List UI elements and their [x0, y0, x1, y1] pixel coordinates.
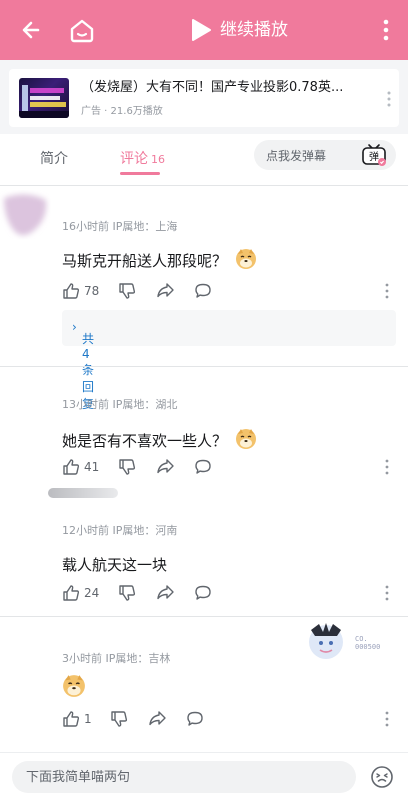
like-button[interactable]: 24 [62, 584, 99, 604]
comment-text-content: 马斯克开船送人那段呢？ [62, 252, 228, 270]
share-icon [149, 711, 166, 726]
doge-emoji-icon [63, 675, 85, 697]
comment-time: 12小时前 IP属地：河南 [62, 524, 178, 537]
emoji-button-icon[interactable] [370, 765, 394, 789]
svg-text:弹: 弹 [369, 150, 379, 163]
top-bar: 继续播放 [0, 0, 408, 60]
ad-card[interactable]: （发烧屋）大有不同！国产专业投影0.78英... 广告 · 21.6万播放 [9, 69, 399, 127]
like-button[interactable]: 78 [62, 282, 99, 302]
comment-icon [195, 459, 211, 474]
thumbs-up-icon [63, 585, 80, 601]
tab-comments-label: 评论 [120, 151, 148, 167]
tab-active-indicator [120, 172, 160, 175]
reply-button[interactable] [194, 282, 212, 302]
doge-emoji-icon [236, 249, 257, 269]
tab-intro[interactable]: 简介 [40, 148, 68, 168]
comment-time: 13小时前 IP属地：湖北 [62, 398, 178, 411]
thumbs-down-icon [119, 585, 136, 601]
danmu-placeholder: 点我发弹幕 [266, 149, 327, 163]
danmu-input-button[interactable]: 点我发弹幕 弹 [254, 140, 396, 170]
comments-count: 16 [151, 153, 165, 166]
doge-emoji-icon [236, 429, 257, 449]
comment-time: 16小时前 IP属地：上海 [62, 220, 178, 233]
comment-text: 马斯克开船送人那段呢？ [62, 248, 257, 271]
thumbs-up-icon [63, 459, 80, 475]
tab-comments[interactable]: 评论 16 [120, 148, 165, 168]
share-button[interactable] [148, 710, 166, 730]
thumbs-down-icon [111, 711, 128, 727]
comment-more-icon[interactable] [382, 458, 392, 476]
ad-title[interactable]: （发烧屋）大有不同！国产专业投影0.78英... [81, 79, 361, 97]
comment-input[interactable] [12, 761, 356, 793]
dislike-button[interactable] [118, 458, 136, 478]
replies-text: 共4条回复 › [72, 320, 95, 411]
comment-actions: 78 [62, 282, 382, 302]
comment-icon [187, 711, 203, 726]
more-vertical-icon[interactable] [378, 16, 394, 44]
like-count: 1 [84, 712, 92, 726]
thumbs-up-icon [63, 283, 80, 299]
ad-more-icon[interactable] [383, 89, 395, 109]
fan-badge: CO. 000500 [355, 635, 380, 651]
dislike-button[interactable] [110, 710, 128, 730]
like-button[interactable]: 41 [62, 458, 99, 478]
share-icon [157, 459, 174, 474]
avatar[interactable] [305, 620, 347, 662]
comment-text: 她是否有不喜欢一些人？ [62, 428, 257, 451]
dislike-button[interactable] [118, 282, 136, 302]
dislike-button[interactable] [118, 584, 136, 604]
share-icon [157, 585, 174, 600]
comment-actions: 1 [62, 710, 382, 730]
play-icon[interactable] [190, 18, 212, 42]
ad-thumbnail[interactable] [19, 78, 69, 118]
comment-more-icon[interactable] [382, 282, 392, 300]
thumbs-down-icon [119, 283, 136, 299]
like-button[interactable]: 1 [62, 710, 92, 730]
replies-link[interactable]: 共4条回复 › [62, 310, 396, 411]
comment-more-icon[interactable] [382, 584, 392, 602]
back-arrow-icon[interactable] [16, 14, 48, 46]
avatar[interactable] [48, 488, 118, 498]
avatar[interactable] [0, 188, 52, 242]
comment-divider [0, 616, 408, 617]
like-count: 78 [84, 284, 100, 298]
share-button[interactable] [156, 458, 174, 478]
ad-meta: 广告 · 21.6万播放 [81, 106, 163, 117]
comment-icon [195, 585, 211, 600]
comment-text: 载人航天这一块 [62, 556, 168, 574]
comment-actions: 41 [62, 458, 382, 478]
comment-more-icon[interactable] [382, 710, 392, 728]
comment-time: 3小时前 IP属地：吉林 [62, 652, 171, 665]
comment-icon [195, 283, 211, 298]
like-count: 24 [84, 586, 100, 600]
like-count: 41 [84, 460, 100, 474]
share-icon [157, 283, 174, 298]
comment-input-bar [0, 752, 408, 800]
danmu-toggle-icon[interactable]: 弹 [360, 143, 388, 167]
badge-line-1: CO. [355, 635, 368, 643]
badge-line-2: 000500 [355, 643, 381, 651]
share-button[interactable] [156, 282, 174, 302]
reply-button[interactable] [186, 710, 204, 730]
ad-section: （发烧屋）大有不同！国产专业投影0.78英... 广告 · 21.6万播放 [0, 60, 408, 134]
reply-button[interactable] [194, 458, 212, 478]
comment-actions: 24 [62, 584, 382, 604]
home-icon[interactable] [66, 14, 98, 46]
reply-button[interactable] [194, 584, 212, 604]
comment-divider [0, 366, 408, 367]
continue-play-label[interactable]: 继续播放 [220, 18, 288, 42]
thumbs-down-icon [119, 459, 136, 475]
thumbs-up-icon [63, 711, 80, 727]
share-button[interactable] [156, 584, 174, 604]
comment-text-content: 她是否有不喜欢一些人？ [62, 432, 228, 450]
